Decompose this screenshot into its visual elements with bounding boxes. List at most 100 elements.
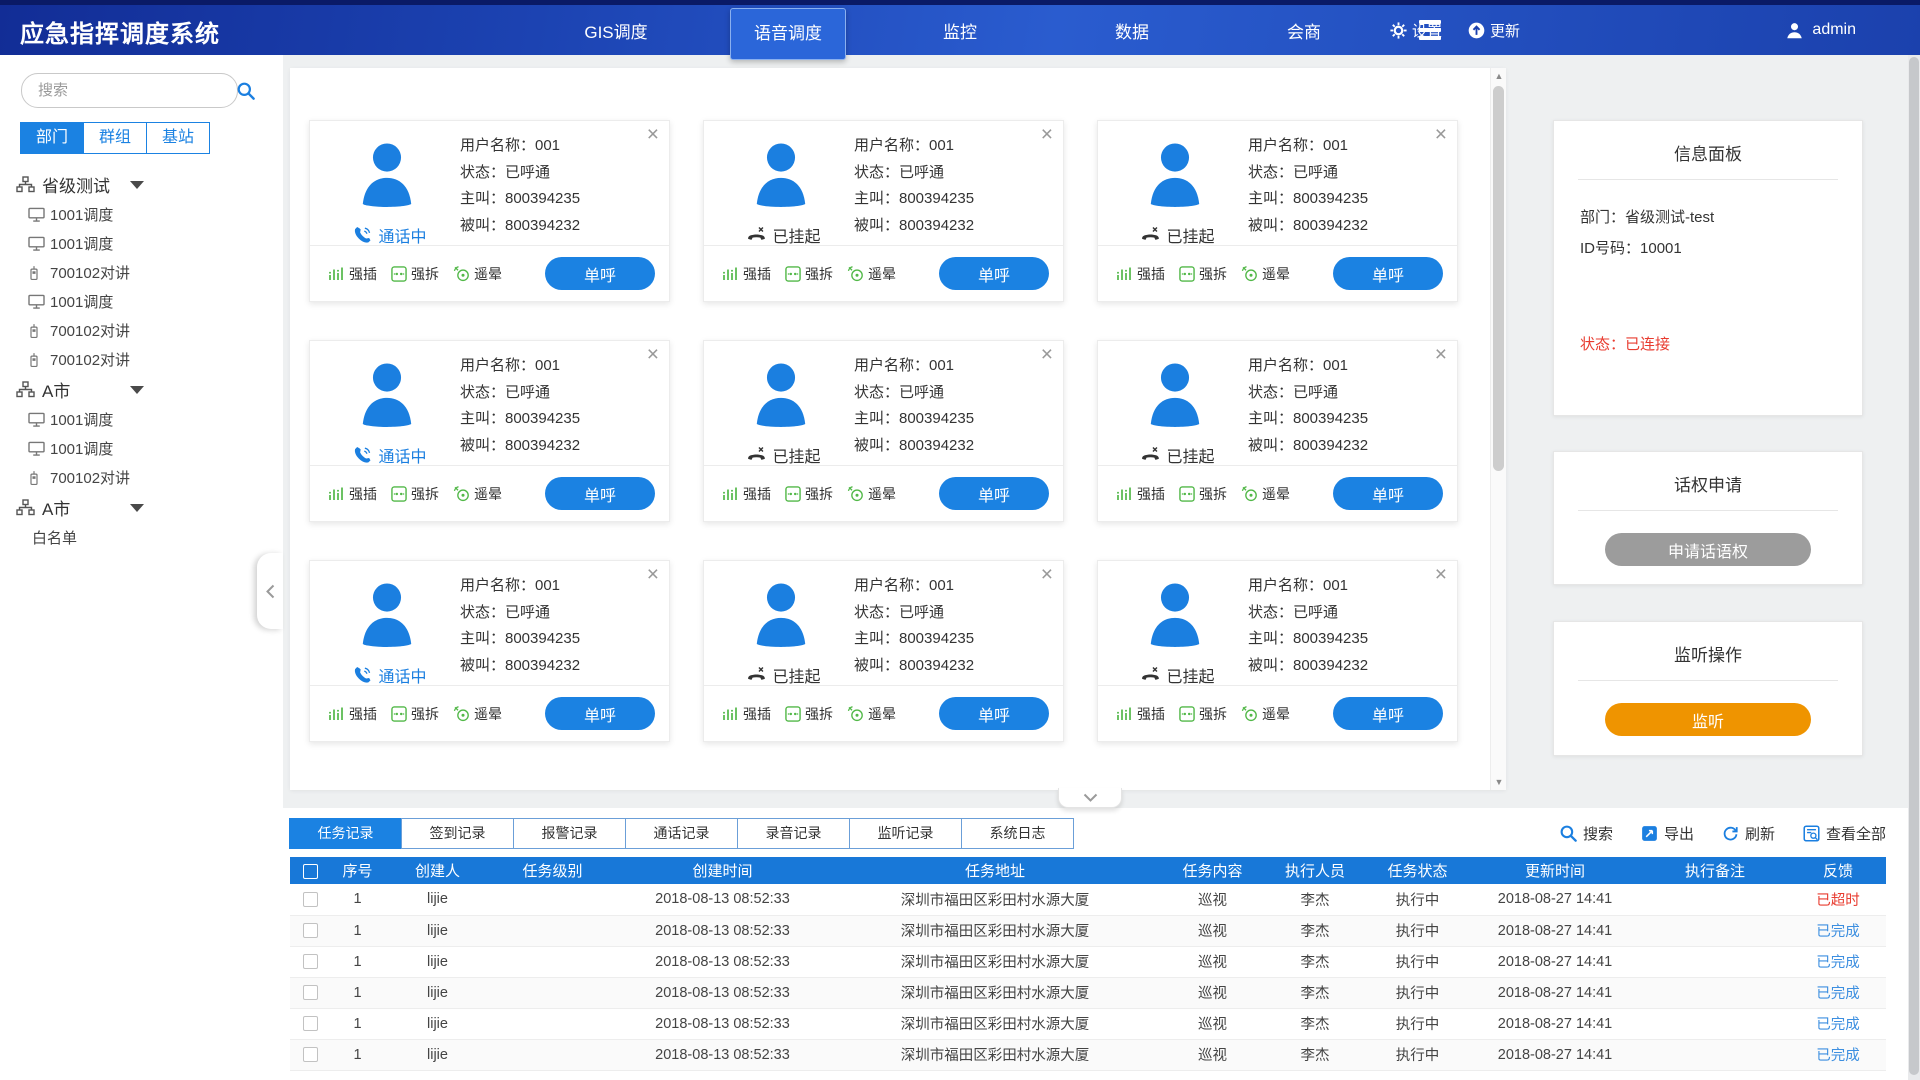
close-icon[interactable]: × <box>1435 343 1447 367</box>
force-release-button[interactable]: 强拆 <box>785 264 833 284</box>
sidebar-tab-0[interactable]: 部门 <box>20 122 84 154</box>
toolbar-refresh-button[interactable]: 刷新 <box>1722 823 1775 844</box>
single-call-button[interactable]: 单呼 <box>939 697 1049 730</box>
remote-stun-button[interactable]: 遥晕 <box>847 264 896 284</box>
force-insert-button[interactable]: 强插 <box>1116 484 1165 504</box>
tree-item-1-0[interactable]: 1001调度 <box>0 405 283 434</box>
remote-stun-button[interactable]: 遥晕 <box>1241 484 1290 504</box>
nav-item-0[interactable]: GIS调度 <box>530 18 702 43</box>
caret-down-icon[interactable] <box>130 386 144 394</box>
toolbar-viewall-button[interactable]: 查看全部 <box>1803 823 1886 844</box>
tree-item-0-4[interactable]: 700102对讲 <box>0 316 283 345</box>
close-icon[interactable]: × <box>1435 123 1447 147</box>
row-checkbox[interactable] <box>303 892 318 907</box>
close-icon[interactable]: × <box>1041 563 1053 587</box>
cell-feedback[interactable]: 已完成 <box>1790 946 1886 977</box>
single-call-button[interactable]: 单呼 <box>545 697 655 730</box>
panel-collapse-handle[interactable] <box>1058 788 1122 808</box>
row-checkbox[interactable] <box>303 1016 318 1031</box>
scrollbar-thumb[interactable] <box>1493 86 1504 471</box>
toolbar-export-button[interactable]: 导出 <box>1641 823 1694 844</box>
scroll-down-arrow[interactable]: ▼ <box>1491 774 1507 790</box>
force-release-button[interactable]: 强拆 <box>1179 704 1227 724</box>
search-input[interactable] <box>38 82 237 99</box>
update-button[interactable]: 更新 <box>1468 20 1520 41</box>
record-tab-3[interactable]: 通话记录 <box>625 818 738 849</box>
record-tab-5[interactable]: 监听记录 <box>849 818 962 849</box>
cell-feedback[interactable]: 已完成 <box>1790 1008 1886 1039</box>
record-tab-4[interactable]: 录音记录 <box>737 818 850 849</box>
tree-item-0-1[interactable]: 1001调度 <box>0 229 283 258</box>
user-menu[interactable]: admin <box>1785 5 1856 55</box>
remote-stun-button[interactable]: 遥晕 <box>1241 704 1290 724</box>
panel-scrollbar[interactable]: ▲ ▼ <box>1490 68 1506 790</box>
tree-item-2-0[interactable]: 白名单 <box>0 523 283 552</box>
force-insert-button[interactable]: 强插 <box>1116 264 1165 284</box>
tree-item-1-2[interactable]: 700102对讲 <box>0 463 283 492</box>
record-tab-6[interactable]: 系统日志 <box>961 818 1074 849</box>
tree-item-0-0[interactable]: 1001调度 <box>0 200 283 229</box>
record-tab-2[interactable]: 报警记录 <box>513 818 626 849</box>
single-call-button[interactable]: 单呼 <box>1333 257 1443 290</box>
caret-down-icon[interactable] <box>130 181 144 189</box>
sidebar-tab-2[interactable]: 基站 <box>146 122 210 154</box>
row-checkbox[interactable] <box>303 985 318 1000</box>
remote-stun-button[interactable]: 遥晕 <box>453 264 502 284</box>
tree-group-1[interactable]: A市 <box>0 374 283 405</box>
single-call-button[interactable]: 单呼 <box>1333 697 1443 730</box>
page-scrollbar[interactable] <box>1908 55 1920 1080</box>
nav-item-1[interactable]: 语音调度 <box>730 8 846 60</box>
force-insert-button[interactable]: 强插 <box>722 484 771 504</box>
table-row-2[interactable]: 1lijie2018-08-13 08:52:33深圳市福田区彩田村水源大厦巡视… <box>290 946 1886 977</box>
sidebar-collapse-handle[interactable] <box>257 553 283 629</box>
force-release-button[interactable]: 强拆 <box>391 484 439 504</box>
single-call-button[interactable]: 单呼 <box>939 477 1049 510</box>
record-tab-0[interactable]: 任务记录 <box>289 818 402 849</box>
remote-stun-button[interactable]: 遥晕 <box>847 704 896 724</box>
force-insert-button[interactable]: 强插 <box>328 264 377 284</box>
remote-stun-button[interactable]: 遥晕 <box>847 484 896 504</box>
force-insert-button[interactable]: 强插 <box>1116 704 1165 724</box>
close-icon[interactable]: × <box>647 123 659 147</box>
single-call-button[interactable]: 单呼 <box>545 257 655 290</box>
cell-feedback[interactable]: 已完成 <box>1790 977 1886 1008</box>
force-release-button[interactable]: 强拆 <box>391 264 439 284</box>
search-icon[interactable] <box>237 82 255 100</box>
close-icon[interactable]: × <box>1041 343 1053 367</box>
close-icon[interactable]: × <box>1435 563 1447 587</box>
table-row-4[interactable]: 1lijie2018-08-13 08:52:33深圳市福田区彩田村水源大厦巡视… <box>290 1008 1886 1039</box>
force-insert-button[interactable]: 强插 <box>328 704 377 724</box>
table-row-3[interactable]: 1lijie2018-08-13 08:52:33深圳市福田区彩田村水源大厦巡视… <box>290 977 1886 1008</box>
close-icon[interactable]: × <box>647 563 659 587</box>
force-release-button[interactable]: 强拆 <box>391 704 439 724</box>
listen-button[interactable]: 监听 <box>1605 703 1811 736</box>
nav-item-2[interactable]: 监控 <box>874 18 1046 43</box>
sidebar-tab-1[interactable]: 群组 <box>83 122 147 154</box>
single-call-button[interactable]: 单呼 <box>1333 477 1443 510</box>
remote-stun-button[interactable]: 遥晕 <box>453 704 502 724</box>
force-release-button[interactable]: 强拆 <box>1179 484 1227 504</box>
remote-stun-button[interactable]: 遥晕 <box>453 484 502 504</box>
tree-group-2[interactable]: A市 <box>0 492 283 523</box>
table-row-0[interactable]: 1lijie2018-08-13 08:52:33深圳市福田区彩田村水源大厦巡视… <box>290 884 1886 915</box>
force-release-button[interactable]: 强拆 <box>785 704 833 724</box>
caret-down-icon[interactable] <box>130 504 144 512</box>
tree-item-0-2[interactable]: 700102对讲 <box>0 258 283 287</box>
request-talk-right-button[interactable]: 申请话语权 <box>1605 533 1811 566</box>
nav-item-4[interactable]: 会商 <box>1218 18 1390 43</box>
row-checkbox[interactable] <box>303 954 318 969</box>
close-icon[interactable]: × <box>647 343 659 367</box>
page-scrollbar-thumb[interactable] <box>1909 57 1919 1075</box>
tree-item-0-5[interactable]: 700102对讲 <box>0 345 283 374</box>
remote-stun-button[interactable]: 遥晕 <box>1241 264 1290 284</box>
table-row-1[interactable]: 1lijie2018-08-13 08:52:33深圳市福田区彩田村水源大厦巡视… <box>290 915 1886 946</box>
row-checkbox[interactable] <box>303 1047 318 1062</box>
force-release-button[interactable]: 强拆 <box>785 484 833 504</box>
table-row-5[interactable]: 1lijie2018-08-13 08:52:33深圳市福田区彩田村水源大厦巡视… <box>290 1039 1886 1070</box>
nav-item-3[interactable]: 数据 <box>1046 18 1218 43</box>
force-insert-button[interactable]: 强插 <box>722 704 771 724</box>
close-icon[interactable]: × <box>1041 123 1053 147</box>
cell-feedback[interactable]: 已完成 <box>1790 915 1886 946</box>
cell-feedback[interactable]: 已完成 <box>1790 1039 1886 1070</box>
single-call-button[interactable]: 单呼 <box>545 477 655 510</box>
